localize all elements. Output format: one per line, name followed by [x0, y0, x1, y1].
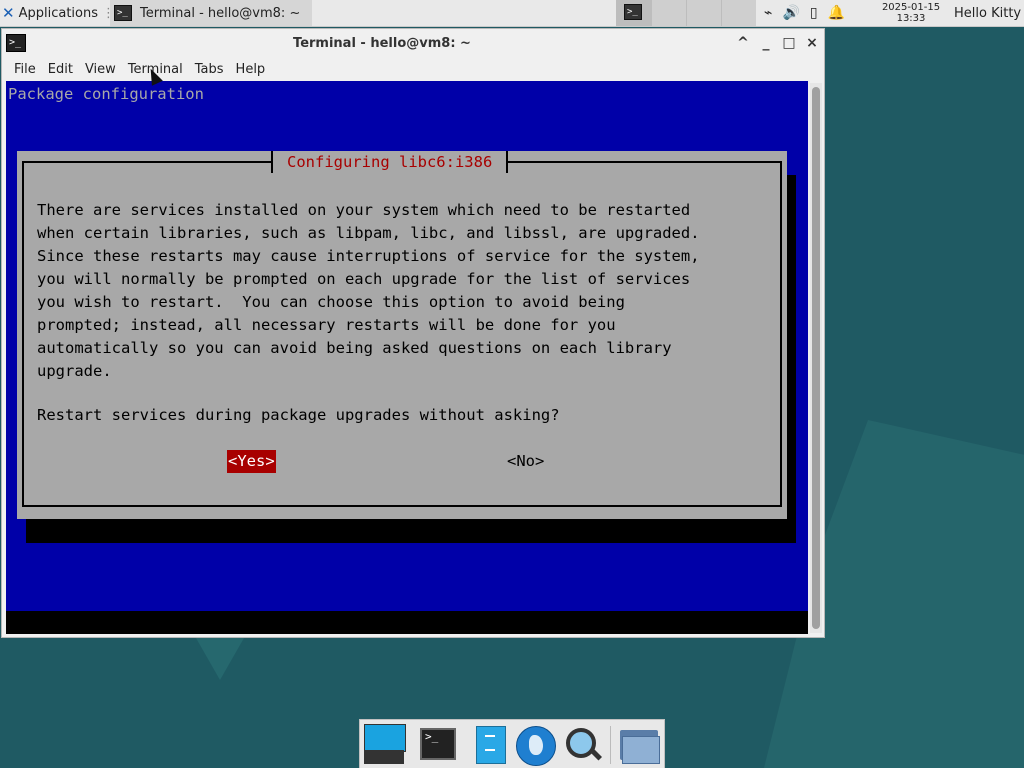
- minimize-button[interactable]: _: [757, 33, 775, 53]
- scrollbar-thumb[interactable]: [812, 87, 820, 629]
- maximize-button[interactable]: □: [780, 33, 798, 53]
- workspace-3[interactable]: [686, 0, 721, 26]
- applications-menu[interactable]: ✕ Applications ⋮: [2, 0, 115, 26]
- notification-bell-icon[interactable]: 🔔: [828, 5, 845, 21]
- system-tray: ⌁ 🔊 ▯ 🔔: [764, 0, 845, 26]
- menu-edit[interactable]: Edit: [48, 62, 73, 77]
- xfce-logo-icon: ✕: [2, 4, 15, 22]
- web-browser-icon[interactable]: [514, 724, 556, 766]
- clock-date: 2025-01-15: [881, 2, 941, 13]
- dock: >_: [359, 719, 665, 768]
- terminal-icon: >_: [624, 4, 642, 20]
- terminal-area[interactable]: Package configuration Configuring libc6:…: [6, 81, 808, 634]
- dialog-backdrop: Package configuration Configuring libc6:…: [6, 81, 808, 611]
- dialog-title-box: Configuring libc6:i386: [271, 151, 509, 173]
- terminal-icon[interactable]: >_: [418, 724, 460, 766]
- package-config-header: Package configuration: [8, 85, 204, 103]
- window-titlebar[interactable]: >_ Terminal - hello@vm8: ~ ^ _ □ ×: [2, 29, 824, 57]
- window-title: Terminal - hello@vm8: ~: [293, 35, 471, 51]
- shade-button[interactable]: ^: [734, 33, 752, 53]
- menubar: File Edit View Terminal Tabs Help: [2, 57, 824, 81]
- workspace-2[interactable]: [651, 0, 686, 26]
- menu-file[interactable]: File: [14, 62, 36, 77]
- dock-separator: [610, 726, 611, 764]
- battery-icon[interactable]: ▯: [810, 5, 818, 21]
- user-menu[interactable]: Hello Kitty: [954, 0, 1021, 26]
- volume-icon[interactable]: 🔊: [782, 5, 799, 21]
- applications-label: Applications: [18, 5, 98, 21]
- menu-help[interactable]: Help: [236, 62, 266, 77]
- no-button[interactable]: <No>: [507, 450, 544, 473]
- top-panel: ✕ Applications ⋮ >_ Terminal - hello@vm8…: [0, 0, 1024, 27]
- terminal-icon: >_: [114, 5, 132, 21]
- taskbar-window-title: Terminal - hello@vm8: ~: [140, 5, 301, 21]
- dialog-question: Restart services during package upgrades…: [37, 406, 560, 424]
- search-icon[interactable]: [562, 724, 604, 766]
- folder-icon[interactable]: [618, 724, 660, 766]
- dialog-body: There are services installed on your sys…: [37, 201, 700, 380]
- menu-tabs[interactable]: Tabs: [195, 62, 224, 77]
- clock-time: 13:33: [896, 13, 926, 24]
- scrollbar[interactable]: [810, 83, 822, 633]
- clock[interactable]: 2025-01-15 13:33: [876, 0, 946, 26]
- taskbar-button-terminal[interactable]: >_ Terminal - hello@vm8: ~: [110, 0, 312, 26]
- workspace-4[interactable]: [721, 0, 756, 26]
- dialog-title: Configuring libc6:i386: [287, 153, 493, 171]
- yes-button[interactable]: <Yes>: [227, 450, 276, 473]
- config-dialog: Configuring libc6:i386 There are service…: [17, 151, 787, 519]
- workspace-1[interactable]: >_: [616, 0, 651, 26]
- terminal-window: >_ Terminal - hello@vm8: ~ ^ _ □ × File …: [1, 28, 825, 638]
- close-button[interactable]: ×: [803, 33, 821, 53]
- file-manager-icon[interactable]: [470, 724, 512, 766]
- show-desktop-icon[interactable]: [364, 724, 406, 766]
- menu-view[interactable]: View: [85, 62, 116, 77]
- network-icon[interactable]: ⌁: [764, 5, 772, 21]
